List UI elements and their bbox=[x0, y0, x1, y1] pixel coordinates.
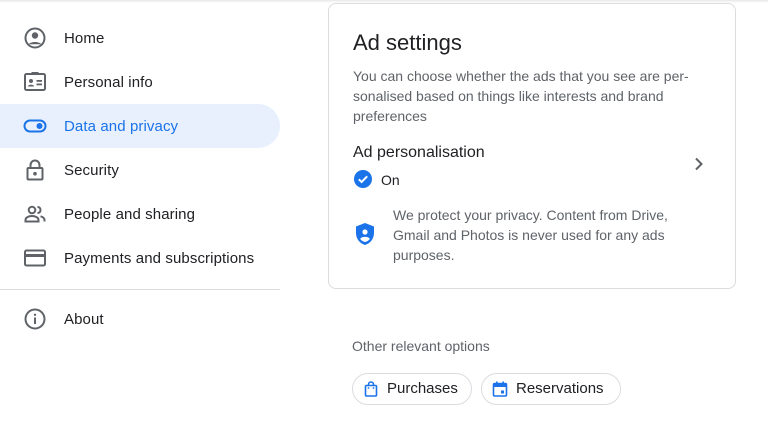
ad-personalisation-row[interactable]: Ad personalisation On bbox=[329, 140, 735, 196]
card-title: Ad settings bbox=[353, 30, 462, 55]
privacy-note: We protect your privacy. Content from Dr… bbox=[393, 207, 668, 263]
sidebar-item-label: Data and privacy bbox=[64, 117, 179, 135]
setting-label: Ad personalisation bbox=[353, 144, 485, 161]
sidebar-item-label: Payments and subscriptions bbox=[64, 249, 255, 267]
check-circle-icon bbox=[354, 170, 372, 188]
calendar-icon bbox=[492, 381, 508, 397]
privacy-shield-icon bbox=[355, 222, 375, 246]
people-icon bbox=[23, 202, 47, 226]
sidebar-divider bbox=[0, 289, 280, 290]
sidebar-nav: Home Personal info Data and privacy Secu… bbox=[0, 16, 280, 280]
sidebar-item-people-and-sharing[interactable]: People and sharing bbox=[0, 192, 280, 236]
sidebar-item-label: About bbox=[64, 310, 104, 328]
sidebar-item-label: Personal info bbox=[64, 73, 153, 91]
ad-settings-card: Ad settings You can choose whether the a… bbox=[328, 3, 736, 289]
id-card-icon bbox=[23, 70, 47, 94]
sidebar-item-label: Home bbox=[64, 29, 105, 47]
lock-icon bbox=[23, 158, 47, 182]
sidebar-item-data-and-privacy[interactable]: Data and privacy bbox=[0, 104, 280, 148]
sidebar-item-personal-info[interactable]: Personal info bbox=[0, 60, 280, 104]
status-text: On bbox=[381, 172, 400, 188]
sidebar-about-section: About bbox=[0, 297, 280, 341]
sidebar-item-label: People and sharing bbox=[64, 205, 196, 223]
sidebar-item-security[interactable]: Security bbox=[0, 148, 280, 192]
credit-card-icon bbox=[23, 246, 47, 270]
sidebar-item-home[interactable]: Home bbox=[0, 16, 280, 60]
info-icon bbox=[23, 307, 47, 331]
sidebar-item-label: Security bbox=[64, 161, 119, 179]
sidebar-item-payments-and-subscriptions[interactable]: Payments and subscriptions bbox=[0, 236, 280, 280]
shopping-bag-icon bbox=[363, 381, 379, 397]
chip-label: Purchases bbox=[387, 380, 458, 397]
chip-label: Reservations bbox=[516, 380, 604, 397]
chevron-right-icon bbox=[693, 156, 705, 172]
other-options-heading: Other relevant options bbox=[352, 338, 490, 354]
sidebar-item-about[interactable]: About bbox=[0, 297, 280, 341]
reservations-chip[interactable]: Reservations bbox=[481, 373, 621, 405]
toggle-icon bbox=[23, 114, 47, 138]
account-circle-icon bbox=[23, 26, 47, 50]
card-description: You can choose whether the ads that you … bbox=[353, 68, 689, 124]
purchases-chip[interactable]: Purchases bbox=[352, 373, 472, 405]
